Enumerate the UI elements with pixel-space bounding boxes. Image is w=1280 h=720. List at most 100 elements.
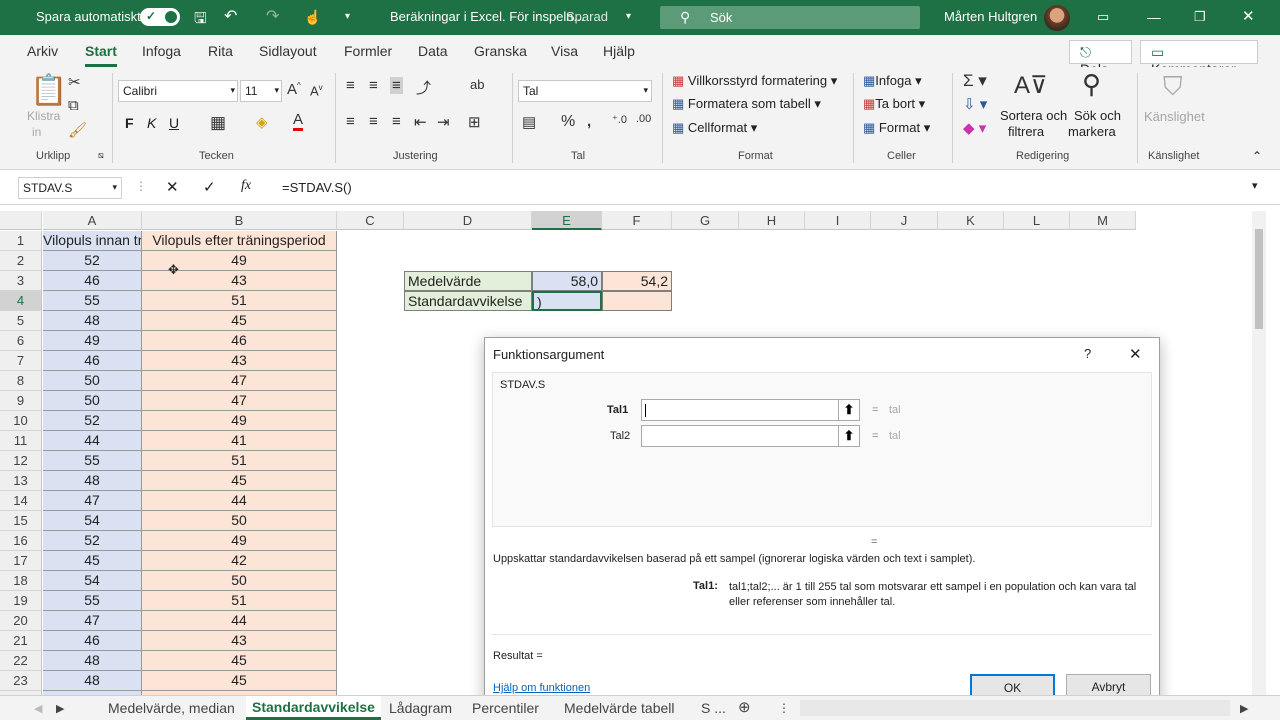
- cell-a18[interactable]: 54: [43, 571, 142, 591]
- row-header-21[interactable]: 21: [0, 631, 42, 651]
- column-header-f[interactable]: F: [602, 211, 672, 230]
- find-select-label-2[interactable]: markera: [1068, 124, 1116, 139]
- cell-b19[interactable]: 51: [142, 591, 337, 611]
- enter-formula-icon[interactable]: ✓: [203, 178, 216, 196]
- font-name-select[interactable]: Calibri ▾: [118, 80, 238, 102]
- cell-a16[interactable]: 52: [43, 531, 142, 551]
- restore-icon[interactable]: ❐: [1194, 9, 1206, 25]
- tab-visa[interactable]: Visa: [551, 43, 578, 59]
- column-header-h[interactable]: H: [739, 211, 805, 230]
- tab-formler[interactable]: Formler: [344, 43, 392, 59]
- row-header-15[interactable]: 15: [0, 511, 42, 531]
- font-color-icon[interactable]: A: [293, 111, 304, 131]
- touch-mode-icon[interactable]: ☝: [304, 9, 321, 26]
- cell-b13[interactable]: 45: [142, 471, 337, 491]
- sensitivity-button[interactable]: Känslighet: [1144, 109, 1205, 124]
- cell-a9[interactable]: 50: [43, 391, 142, 411]
- align-center-icon[interactable]: ≡: [369, 113, 378, 130]
- row-header-1[interactable]: 1: [0, 231, 42, 251]
- row-header-9[interactable]: 9: [0, 391, 42, 411]
- sort-filter-label[interactable]: Sortera och: [1000, 108, 1067, 123]
- align-top-icon[interactable]: ≡: [346, 77, 355, 94]
- row-header-13[interactable]: 13: [0, 471, 42, 491]
- cell-a20[interactable]: 47: [43, 611, 142, 631]
- cell-a11[interactable]: 44: [43, 431, 142, 451]
- cell-a21[interactable]: 46: [43, 631, 142, 651]
- sheet-tab[interactable]: Medelvärde, median: [108, 700, 235, 716]
- cell-b11[interactable]: 41: [142, 431, 337, 451]
- collapse-ribbon-icon[interactable]: ⌃: [1252, 149, 1262, 163]
- cell-styles-button[interactable]: ▦ Cellformat ▾: [672, 120, 757, 136]
- cell-f4[interactable]: [602, 291, 672, 311]
- chevron-down-icon[interactable]: ▾: [626, 11, 631, 22]
- ribbon-display-icon[interactable]: ▭: [1097, 9, 1109, 25]
- dialog-close-icon[interactable]: ✕: [1129, 345, 1142, 363]
- cell-b18[interactable]: 50: [142, 571, 337, 591]
- row-header-3[interactable]: 3: [0, 271, 42, 291]
- horizontal-scrollbar[interactable]: [800, 700, 1230, 716]
- collapse-arg1-icon[interactable]: ⬆: [838, 399, 860, 421]
- sort-filter-label-2[interactable]: filtrera: [1008, 124, 1044, 139]
- row-header-20[interactable]: 20: [0, 611, 42, 631]
- row-header-23[interactable]: 23: [0, 671, 42, 691]
- add-sheet-icon[interactable]: ⊕: [738, 698, 751, 716]
- align-middle-icon[interactable]: ≡: [369, 77, 378, 94]
- more-sheets-icon[interactable]: ⋮: [778, 701, 790, 715]
- column-header-l[interactable]: L: [1004, 211, 1070, 230]
- cell-e3-mean[interactable]: 58,0: [532, 271, 602, 291]
- comments-button[interactable]: ▭ Kommentarer: [1140, 40, 1258, 77]
- sheet-tab[interactable]: S ...: [701, 700, 726, 716]
- formula-input[interactable]: =STDAV.S(): [282, 180, 352, 195]
- cell-a1-header[interactable]: Vilopuls innan träningsperiod: [43, 231, 142, 251]
- cell-d4-std-label[interactable]: Standardavvikelse: [404, 291, 532, 311]
- row-header-4[interactable]: 4: [0, 291, 42, 311]
- save-icon[interactable]: 🖫: [194, 8, 207, 33]
- italic-button[interactable]: K: [147, 115, 156, 131]
- row-header-11[interactable]: 11: [0, 431, 42, 451]
- close-icon[interactable]: ✕: [1242, 7, 1255, 25]
- format-painter-icon[interactable]: 🖌: [68, 121, 87, 139]
- column-header-c[interactable]: C: [337, 211, 404, 230]
- arg2-input[interactable]: [641, 425, 839, 447]
- cell-d3-mean-label[interactable]: Medelvärde: [404, 271, 532, 291]
- row-header-6[interactable]: 6: [0, 331, 42, 351]
- cell-b9[interactable]: 47: [142, 391, 337, 411]
- document-title[interactable]: Beräkningar i Excel. För inspeln...: [390, 9, 584, 24]
- tab-hjalp[interactable]: Hjälp: [603, 43, 635, 59]
- wrap-text-icon[interactable]: ab: [470, 77, 484, 92]
- prev-sheet-icon[interactable]: ◀: [34, 702, 42, 715]
- name-box[interactable]: STDAV.S ▾: [18, 177, 122, 199]
- find-select-icon[interactable]: ⚲: [1082, 69, 1101, 100]
- format-cells-button[interactable]: ▦ Format ▾: [863, 120, 930, 136]
- paste-label-2[interactable]: in: [32, 125, 41, 139]
- cell-a17[interactable]: 45: [43, 551, 142, 571]
- cell-a8[interactable]: 50: [43, 371, 142, 391]
- column-header-b[interactable]: B: [142, 211, 337, 230]
- tab-data[interactable]: Data: [418, 43, 448, 59]
- cell-a12[interactable]: 55: [43, 451, 142, 471]
- column-header-k[interactable]: K: [938, 211, 1004, 230]
- cell-b14[interactable]: 44: [142, 491, 337, 511]
- column-header-j[interactable]: J: [871, 211, 938, 230]
- cell-a13[interactable]: 48: [43, 471, 142, 491]
- cell-e4-active[interactable]: ): [532, 291, 602, 311]
- expand-formula-bar-icon[interactable]: ▾: [1252, 179, 1258, 192]
- select-all-corner[interactable]: [0, 211, 42, 230]
- row-header-18[interactable]: 18: [0, 571, 42, 591]
- avatar[interactable]: [1044, 5, 1070, 31]
- copy-icon[interactable]: ⧉: [68, 97, 79, 114]
- align-right-icon[interactable]: ≡: [392, 113, 401, 130]
- column-header-d[interactable]: D: [404, 211, 532, 230]
- cell-b16[interactable]: 49: [142, 531, 337, 551]
- sheet-tab[interactable]: Medelvärde tabell: [564, 700, 675, 716]
- search-box[interactable]: ⚲ Sök: [660, 6, 920, 29]
- sheet-tab-active[interactable]: Standardavvikelse: [246, 696, 381, 720]
- conditional-formatting-button[interactable]: ▦ Villkorsstyrd formatering ▾: [672, 73, 837, 89]
- column-header-m[interactable]: M: [1070, 211, 1136, 230]
- sensitivity-icon[interactable]: ⛉: [1163, 71, 1183, 103]
- increase-decimal-icon[interactable]: ⁺.0: [612, 113, 627, 126]
- cell-b4[interactable]: 51: [142, 291, 337, 311]
- customize-qat-icon[interactable]: ▾: [345, 11, 350, 22]
- row-header-10[interactable]: 10: [0, 411, 42, 431]
- increase-indent-icon[interactable]: ⇥: [437, 113, 450, 131]
